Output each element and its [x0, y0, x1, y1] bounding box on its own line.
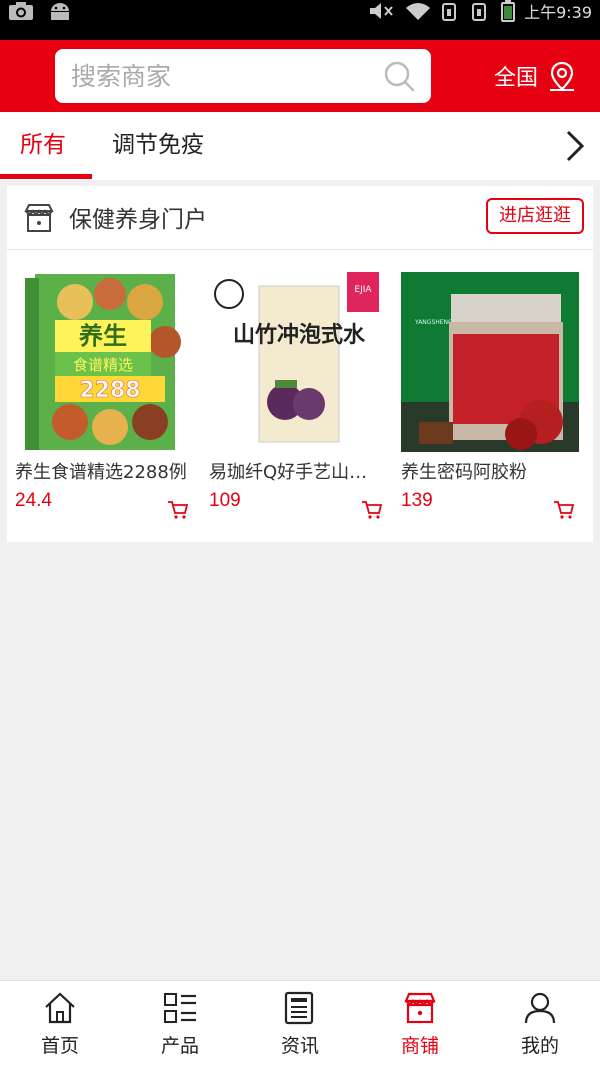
nav-products-label: 产品	[160, 1035, 199, 1057]
camera-icon	[9, 2, 33, 20]
cart-icon[interactable]	[361, 500, 383, 520]
product-card[interactable]: 养生 食谱精选 2288 养生食谱精选2288例 24.4	[15, 272, 193, 519]
shop-card: 保健养身门户 进店逛逛 养生 食谱精选 2288 养生食谱精选2288例 24.…	[7, 186, 593, 542]
nav-shops-label: 商铺	[400, 1035, 439, 1057]
nav-home[interactable]: 首页	[0, 981, 120, 1067]
drink-package-text: 山竹冲泡式水	[233, 322, 366, 348]
brand-tag-text: EJIA	[354, 285, 372, 295]
status-time: 上午9:39	[524, 3, 592, 22]
product-card[interactable]: YANGSHENGMIMA 养生密码 养生密码阿胶粉 139	[401, 272, 579, 519]
product-name[interactable]: 易珈纤Q好手艺山竹水	[209, 458, 385, 484]
nav-profile[interactable]: 我的	[480, 981, 600, 1067]
product-name[interactable]: 养生密码阿胶粉	[401, 458, 577, 484]
cart-icon[interactable]	[553, 500, 575, 520]
product-name[interactable]: 养生食谱精选2288例	[15, 458, 191, 484]
bottom-nav: 首页 产品 资讯 商铺 我的	[0, 980, 600, 1067]
product-image-book[interactable]: 养生 食谱精选 2288	[15, 272, 193, 452]
nav-products[interactable]: 产品	[120, 981, 240, 1067]
shop-header: 保健养身门户 进店逛逛	[7, 186, 593, 250]
search-input[interactable]	[71, 49, 371, 103]
location-pin-icon	[550, 61, 575, 91]
tab-all[interactable]: 所有	[20, 112, 66, 180]
active-tab-indicator	[0, 174, 92, 179]
nav-news-label: 资讯	[280, 1035, 319, 1057]
grid-list-icon	[164, 993, 196, 1023]
product-image-drink[interactable]: EJIA 山竹冲泡式水	[209, 272, 387, 452]
nav-shops[interactable]: 商铺	[360, 981, 480, 1067]
battery-icon	[501, 0, 516, 22]
book-number-text: 2288	[79, 378, 140, 403]
news-icon	[284, 991, 314, 1025]
home-icon	[45, 992, 75, 1024]
status-bar: 上午9:39	[0, 0, 600, 40]
wifi-icon	[406, 3, 431, 21]
category-tabs: 所有 调节免疫	[0, 112, 600, 180]
region-label: 全国	[494, 66, 539, 91]
cart-icon[interactable]	[167, 500, 189, 520]
nav-home-label: 首页	[40, 1035, 79, 1057]
sim-icon	[442, 3, 457, 21]
android-icon	[51, 3, 69, 20]
store-icon	[24, 204, 54, 232]
nav-news[interactable]: 资讯	[240, 981, 360, 1067]
product-card[interactable]: EJIA 山竹冲泡式水 易珈纤Q好手艺山竹水 109	[209, 272, 387, 519]
book-title-text: 养生	[78, 322, 127, 350]
search-box[interactable]	[55, 49, 431, 103]
header: 全国	[0, 40, 600, 112]
sim-icon-2	[472, 3, 487, 21]
product-image-jar[interactable]: YANGSHENGMIMA 养生密码	[401, 272, 579, 452]
visit-shop-button[interactable]: 进店逛逛	[486, 198, 584, 234]
shop-name: 保健养身门户	[69, 207, 207, 233]
nav-profile-label: 我的	[520, 1035, 559, 1057]
user-icon	[524, 992, 556, 1024]
store-icon	[404, 992, 436, 1024]
book-subtitle-text: 食谱精选	[73, 356, 133, 374]
chevron-right-icon[interactable]	[562, 128, 588, 164]
search-icon[interactable]	[383, 60, 415, 92]
mute-icon	[370, 3, 393, 19]
tab-immunity[interactable]: 调节免疫	[112, 112, 204, 180]
region-selector[interactable]: 全国	[494, 60, 578, 92]
